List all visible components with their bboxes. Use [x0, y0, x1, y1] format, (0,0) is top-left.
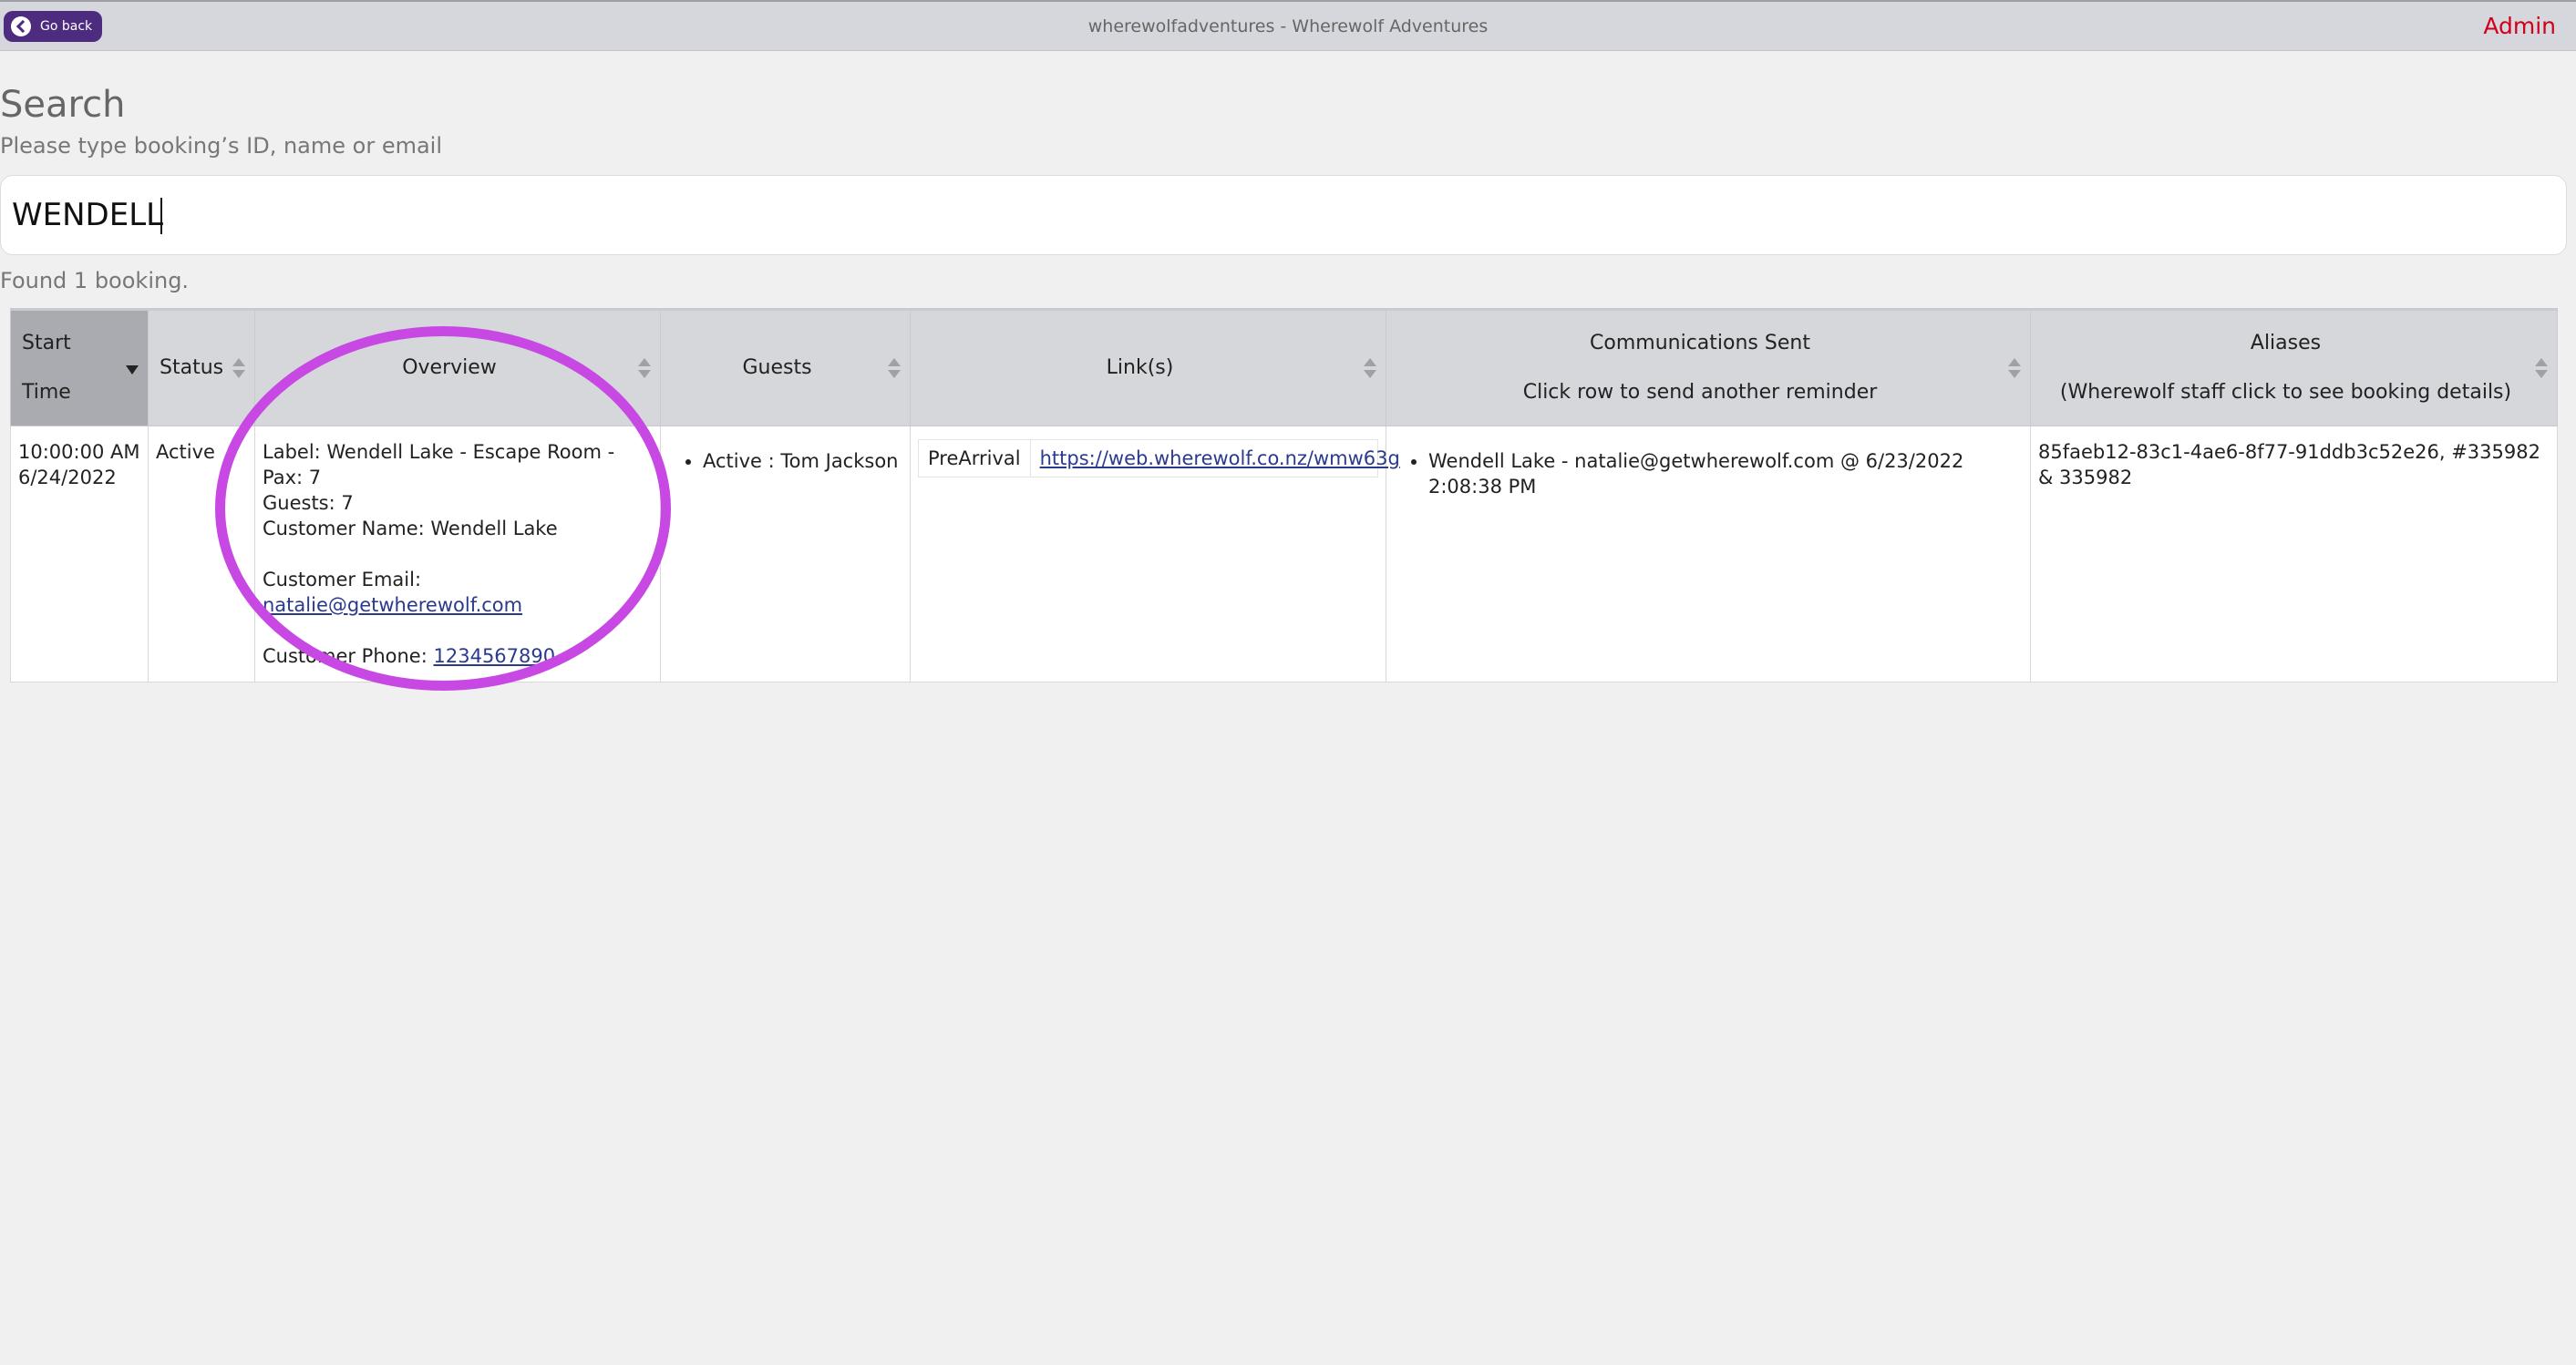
cell-communications[interactable]: Wendell Lake - natalie@getwherewolf.com …: [1386, 426, 2031, 682]
cell-aliases[interactable]: 85faeb12-83c1-4ae6-8f77-91ddb3c52e26, #3…: [2030, 426, 2558, 682]
link-type: PreArrival: [919, 440, 1031, 477]
table-header-row: Start Time Status Overview Guests Link(s…: [10, 308, 2558, 426]
cell-start-time: 10:00:00 AM 6/24/2022: [10, 426, 149, 682]
column-label: Communications Sent: [1590, 332, 1810, 354]
aliases-text[interactable]: 85faeb12-83c1-4ae6-8f77-91ddb3c52e26, #3…: [2038, 441, 2540, 488]
guest-list: Active : Tom Jackson: [668, 448, 902, 474]
overview-guests: Guests: 7: [263, 492, 354, 514]
column-label: Aliases: [2250, 332, 2322, 354]
overview-customer-name: Customer Name: Wendell Lake: [263, 518, 558, 539]
start-date: 6/24/2022: [18, 467, 117, 488]
top-bar: Go back wherewolfadventures - Wherewolf …: [0, 0, 2576, 51]
text-cursor: [160, 198, 162, 234]
overview-phone-line: Customer Phone: 1234567890: [263, 643, 653, 669]
prearrival-link[interactable]: https://web.wherewolf.co.nz/wmw63g: [1040, 447, 1400, 469]
column-label: Overview: [402, 356, 497, 379]
column-header-aliases[interactable]: Aliases (Wherewolf staff click to see bo…: [2030, 308, 2558, 426]
cell-status: Active: [148, 426, 255, 682]
table-row[interactable]: 10:00:00 AM 6/24/2022 Active Label: Wend…: [10, 426, 2558, 682]
cell-guests: Active : Tom Jackson: [660, 426, 911, 682]
cell-links: PreArrival https://web.wherewolf.co.nz/w…: [910, 426, 1400, 682]
sort-icon: [1364, 357, 1376, 379]
result-count: Found 1 booking.: [0, 268, 190, 293]
column-header-status[interactable]: Status: [148, 308, 255, 426]
cell-overview: Label: Wendell Lake - Escape Room - Pax:…: [254, 426, 661, 682]
column-header-start-time[interactable]: Start Time: [10, 308, 149, 426]
app-title: wherewolfadventures - Wherewolf Adventur…: [1087, 16, 1489, 36]
column-header-links[interactable]: Link(s): [910, 308, 1386, 426]
column-sublabel: (Wherewolf staff click to see booking de…: [2059, 381, 2512, 404]
sort-icon: [2535, 357, 2548, 379]
column-header-guests[interactable]: Guests: [660, 308, 911, 426]
page-title: Search: [0, 84, 126, 126]
communication-item[interactable]: Wendell Lake - natalie@getwherewolf.com …: [1428, 448, 2023, 499]
email-label: Customer Email:: [263, 569, 422, 590]
column-label: Start Time: [22, 332, 71, 404]
customer-email-link[interactable]: natalie@getwherewolf.com: [263, 594, 522, 616]
column-label: Status: [160, 356, 224, 379]
phone-label: Customer Phone:: [263, 645, 428, 667]
search-input[interactable]: [0, 175, 2567, 255]
column-label: Guests: [742, 356, 812, 379]
communications-list: Wendell Lake - natalie@getwherewolf.com …: [1394, 448, 2023, 499]
link-row: PreArrival https://web.wherewolf.co.nz/w…: [918, 439, 1400, 477]
guest-item: Active : Tom Jackson: [703, 448, 902, 474]
column-sublabel: Click row to send another reminder: [1522, 381, 1878, 404]
column-label: Link(s): [1106, 356, 1174, 379]
sort-icon: [888, 357, 901, 379]
overview-label: Label: Wendell Lake - Escape Room - Pax:…: [263, 441, 615, 488]
sort-icon: [638, 357, 651, 379]
column-header-communications[interactable]: Communications Sent Click row to send an…: [1386, 308, 2031, 426]
sort-icon: [232, 357, 245, 379]
column-header-overview[interactable]: Overview: [254, 308, 661, 426]
start-time: 10:00:00 AM: [18, 441, 140, 463]
customer-phone-link[interactable]: 1234567890: [434, 645, 556, 667]
overview-email-line: Customer Email: natalie@getwherewolf.com: [263, 567, 653, 618]
search-instructions: Please type booking’s ID, name or email: [0, 133, 443, 159]
status-text: Active: [156, 441, 215, 463]
sort-desc-icon: [126, 357, 139, 379]
bookings-table: Start Time Status Overview Guests Link(s…: [10, 308, 2558, 682]
admin-link[interactable]: Admin: [2483, 13, 2556, 39]
sort-icon: [2008, 357, 2021, 379]
